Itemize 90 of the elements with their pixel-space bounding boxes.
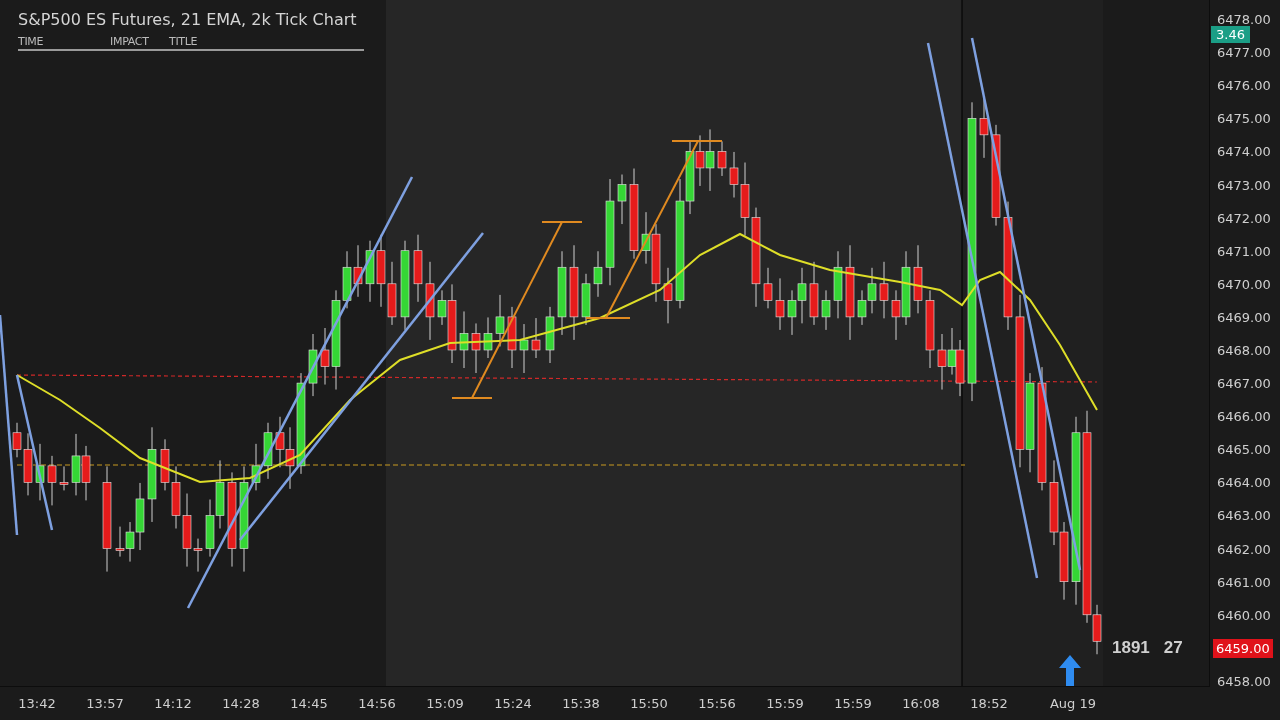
price-label: 6470.00 — [1217, 276, 1271, 292]
price-label: 6466.00 — [1217, 409, 1271, 425]
current-price-label: 6459.00 — [1213, 638, 1273, 658]
candle — [308, 333, 318, 397]
price-label: 6476.00 — [1217, 78, 1271, 94]
price-label: 6472.00 — [1217, 210, 1271, 226]
candle — [663, 267, 673, 324]
time-label: 15:56 — [697, 696, 737, 711]
price-label: 6460.00 — [1217, 607, 1271, 623]
up-arrow-icon — [1059, 655, 1081, 686]
bar-stat: 1891 — [1112, 638, 1150, 658]
price-change-badge: 3.46 — [1211, 26, 1250, 43]
candle — [507, 306, 517, 369]
price-label: 6478.00 — [1217, 12, 1271, 28]
price-label: 6469.00 — [1217, 309, 1271, 325]
price-label: 6477.00 — [1217, 45, 1271, 61]
time-label: 13:42 — [17, 696, 57, 711]
column-header: TIME — [18, 35, 45, 48]
candle — [809, 261, 819, 326]
price-label: 6458.00 — [1217, 673, 1271, 689]
time-label: 14:12 — [153, 696, 193, 711]
time-label: 15:24 — [493, 696, 533, 711]
candle — [71, 433, 81, 496]
candle — [263, 422, 273, 480]
candle — [717, 140, 727, 177]
time-label: 14:45 — [289, 696, 329, 711]
candle — [705, 128, 715, 192]
price-label: 6474.00 — [1217, 144, 1271, 160]
price-label: 6464.00 — [1217, 475, 1271, 491]
candle — [617, 174, 627, 225]
candle — [215, 459, 225, 529]
candle — [387, 261, 397, 326]
candle — [821, 289, 831, 331]
candle — [857, 289, 867, 326]
candle — [160, 438, 170, 491]
candle — [353, 244, 363, 298]
time-label: 15:09 — [425, 696, 465, 711]
candle — [787, 289, 797, 336]
candle — [413, 234, 423, 303]
candle — [775, 277, 785, 331]
time-label: 16:08 — [901, 696, 941, 711]
time-label: 14:56 — [357, 696, 397, 711]
candle — [519, 323, 529, 374]
candle — [947, 327, 957, 376]
column-header: IMPACT — [110, 35, 150, 48]
time-label: 13:57 — [85, 696, 125, 711]
candle — [81, 445, 91, 501]
time-label: 15:59 — [833, 696, 873, 711]
candle — [545, 306, 555, 364]
candle — [205, 499, 215, 558]
price-label: 6475.00 — [1217, 111, 1271, 127]
candle — [937, 333, 947, 391]
chart-title: S&P500 ES Futures, 21 EMA, 2k Tick Chart — [18, 10, 358, 29]
candle — [365, 240, 375, 303]
price-label: 6465.00 — [1217, 442, 1271, 458]
candle — [115, 526, 125, 558]
candle — [879, 261, 889, 319]
candle — [459, 310, 469, 369]
column-header: TITLE — [169, 35, 198, 48]
price-label: 6467.00 — [1217, 376, 1271, 392]
time-label: 15:38 — [561, 696, 601, 711]
price-label: 6468.00 — [1217, 343, 1271, 358]
price-label: 6462.00 — [1217, 541, 1271, 557]
candle — [47, 455, 57, 506]
candle — [471, 322, 481, 374]
candle — [913, 244, 923, 314]
candle — [495, 294, 505, 347]
time-label: 15:59 — [765, 696, 805, 711]
price-label: 6463.00 — [1217, 508, 1271, 524]
price-label: 6473.00 — [1217, 177, 1271, 193]
time-label: Aug 19 — [1048, 696, 1098, 711]
price-label: 6471.00 — [1217, 243, 1271, 259]
candle — [581, 273, 591, 326]
candle — [833, 250, 843, 319]
candle — [483, 316, 493, 359]
candle — [531, 317, 541, 359]
time-label: 14:28 — [221, 696, 261, 711]
time-label: 15:50 — [629, 696, 669, 711]
candle — [955, 339, 965, 397]
candle — [59, 465, 69, 491]
price-label: 6461.00 — [1217, 574, 1271, 590]
time-label: 18:52 — [969, 696, 1009, 711]
candle — [763, 267, 773, 309]
candle — [867, 267, 877, 314]
candle — [593, 250, 603, 298]
candle — [797, 267, 807, 324]
bar-stat: 27 — [1163, 638, 1183, 658]
candle — [695, 134, 705, 187]
candle — [275, 416, 285, 468]
candle — [171, 465, 181, 529]
